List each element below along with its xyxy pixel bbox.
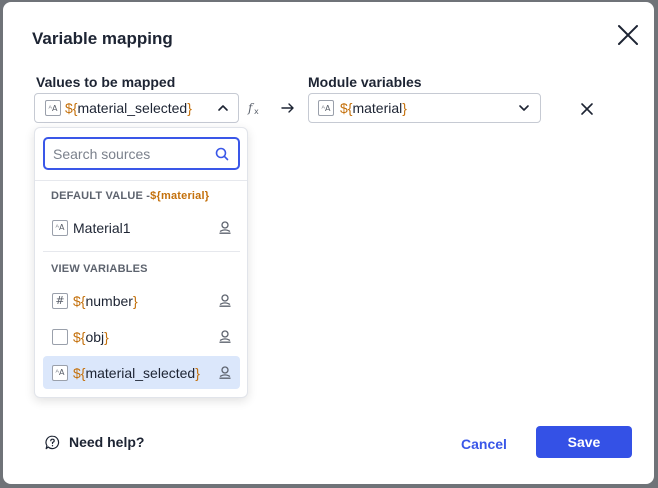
- text-type-icon: ᴬA: [45, 100, 61, 116]
- user-icon: [219, 366, 231, 379]
- search-box[interactable]: [43, 137, 240, 170]
- user-icon: [219, 221, 231, 234]
- view-variable-item-material-selected[interactable]: ᴬA ${material_selected}: [43, 356, 240, 389]
- search-icon[interactable]: [215, 147, 229, 161]
- source-select-value: ${material_selected}: [65, 100, 192, 116]
- user-icon: [219, 294, 231, 307]
- arrow-right-icon: [281, 103, 294, 113]
- view-variables-section-label: VIEW VARIABLES: [51, 263, 148, 275]
- function-icon[interactable]: f x: [247, 100, 263, 116]
- user-icon: [219, 330, 231, 343]
- chevron-up-icon[interactable]: [217, 102, 229, 114]
- module-variables-label: Module variables: [308, 74, 422, 90]
- need-help-label: Need help?: [69, 434, 145, 450]
- divider: [43, 251, 240, 252]
- text-type-icon: ᴬA: [52, 364, 68, 381]
- object-type-icon: [52, 328, 68, 345]
- item-label: ${number}: [73, 292, 138, 309]
- text-type-icon: ᴬA: [52, 219, 68, 236]
- default-value-section-label: DEFAULT VALUE -${material}: [51, 190, 210, 202]
- item-label: ${obj}: [73, 328, 109, 345]
- default-value-item[interactable]: ᴬA Material1: [43, 211, 240, 244]
- text-type-icon: ᴬA: [318, 100, 334, 116]
- module-select-value: ${material}: [340, 100, 407, 116]
- source-select[interactable]: ᴬA ${material_selected}: [34, 93, 239, 123]
- chevron-down-icon[interactable]: [518, 102, 530, 114]
- module-variable-select[interactable]: ᴬA ${material}: [308, 93, 541, 123]
- values-to-be-mapped-label: Values to be mapped: [36, 74, 176, 90]
- view-variable-item-obj[interactable]: ${obj}: [43, 320, 240, 353]
- variable-mapping-dialog: Variable mapping Values to be mapped Mod…: [3, 2, 654, 484]
- help-bubble-icon: [45, 435, 60, 449]
- save-button[interactable]: Save: [536, 426, 632, 458]
- number-type-icon: #: [52, 292, 68, 309]
- item-label: ${material_selected}: [73, 364, 200, 381]
- close-icon[interactable]: [615, 22, 641, 48]
- svg-text:x: x: [254, 107, 259, 116]
- cancel-button[interactable]: Cancel: [451, 430, 517, 458]
- remove-mapping-icon[interactable]: [580, 102, 594, 116]
- search-input[interactable]: [53, 145, 203, 162]
- need-help-link[interactable]: Need help?: [45, 434, 144, 450]
- divider: [35, 180, 247, 181]
- view-variable-item-number[interactable]: # ${number}: [43, 284, 240, 317]
- source-dropdown-panel: DEFAULT VALUE -${material} ᴬA Material1 …: [34, 127, 248, 398]
- dialog-title: Variable mapping: [32, 29, 173, 48]
- item-label: Material1: [73, 219, 131, 236]
